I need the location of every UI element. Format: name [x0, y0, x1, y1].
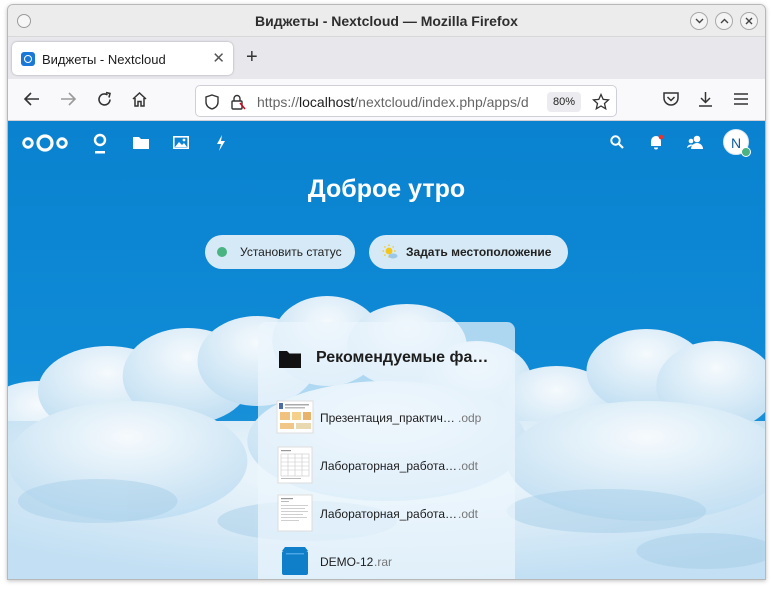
shield-icon[interactable] [205, 94, 219, 110]
navigation-bar: https://localhost/nextcloud/index.php/ap… [8, 79, 765, 121]
status-online-icon [217, 247, 227, 257]
nextcloud-dashboard: N Доброе утро Установить статус Задать м… [8, 121, 765, 579]
file-extension: .rar [374, 555, 392, 569]
title-bar: Виджеты - Nextcloud — Mozilla Firefox [8, 5, 765, 37]
set-location-label: Задать местоположение [406, 245, 552, 259]
dashboard-app-icon[interactable] [93, 133, 107, 155]
chevron-up-icon [720, 18, 728, 24]
folder-icon [279, 351, 301, 368]
minimize-button[interactable] [690, 12, 708, 30]
contacts-icon[interactable] [687, 134, 705, 150]
close-icon [745, 17, 753, 25]
weather-sun-icon [382, 244, 398, 259]
menu-icon[interactable] [734, 93, 748, 105]
insecure-lock-icon[interactable] [230, 94, 246, 110]
zoom-indicator[interactable]: 80% [547, 92, 581, 112]
browser-window: Виджеты - Nextcloud — Mozilla Firefox Ви… [7, 4, 766, 580]
nextcloud-logo-icon[interactable] [21, 132, 69, 154]
window-title: Виджеты - Nextcloud — Mozilla Firefox [255, 13, 518, 29]
file-extension: .odt [458, 459, 479, 473]
file-name: Презентация_практическая [320, 411, 458, 425]
url-text[interactable]: https://localhost/nextcloud/index.php/ap… [257, 94, 537, 110]
file-name: Лабораторная_работа_1 [320, 459, 458, 473]
document-thumbnail-icon [277, 494, 313, 532]
reload-icon[interactable] [96, 91, 113, 108]
file-name: Лабораторная_работа_2 [320, 507, 458, 521]
tab-title: Виджеты - Nextcloud [42, 52, 166, 67]
list-item[interactable]: Презентация_практическая .odp [276, 398, 506, 438]
new-tab-button[interactable]: + [246, 46, 258, 69]
nextcloud-favicon-icon [21, 52, 35, 66]
presentation-thumbnail-icon [276, 400, 314, 434]
search-icon[interactable] [610, 135, 624, 149]
home-icon[interactable] [131, 91, 148, 108]
list-item[interactable]: Лабораторная_работа_1 .odt [276, 446, 506, 486]
close-window-button[interactable] [740, 12, 758, 30]
recommended-files-widget: Рекомендуемые файлы Презентация_практиче… [258, 322, 515, 579]
file-name: DEMO-12 [320, 555, 374, 569]
files-app-icon[interactable] [133, 136, 149, 149]
tab-close-icon[interactable]: ✕ [212, 49, 225, 67]
download-icon[interactable] [697, 91, 714, 108]
forward-icon[interactable] [59, 91, 77, 107]
file-extension: .odt [458, 507, 479, 521]
tab-bar: Виджеты - Nextcloud ✕ + [8, 37, 765, 79]
document-thumbnail-icon [277, 446, 313, 484]
url-bar[interactable]: https://localhost/nextcloud/index.php/ap… [195, 85, 617, 117]
back-icon[interactable] [23, 91, 41, 107]
list-item[interactable]: Лабораторная_работа_2 .odt [276, 494, 506, 534]
archive-icon [282, 547, 308, 575]
nextcloud-header: N [8, 121, 765, 161]
file-extension: .odp [458, 411, 482, 425]
greeting-heading: Доброе утро [307, 175, 466, 203]
maximize-button[interactable] [715, 12, 733, 30]
set-location-button[interactable]: Задать местоположение [369, 235, 568, 269]
notifications-icon[interactable] [648, 134, 664, 150]
photos-app-icon[interactable] [173, 136, 189, 149]
url-host: localhost [299, 94, 355, 110]
chevron-down-icon [695, 18, 703, 24]
bookmark-star-icon[interactable] [592, 93, 610, 111]
activity-app-icon[interactable] [216, 135, 226, 151]
pocket-icon[interactable] [662, 91, 680, 108]
online-status-indicator [741, 147, 751, 157]
tab-widgets[interactable]: Виджеты - Nextcloud ✕ [12, 42, 233, 75]
list-item[interactable]: DEMO-12 .rar [276, 542, 506, 579]
user-avatar[interactable]: N [723, 129, 751, 157]
set-status-button[interactable]: Установить статус [205, 235, 355, 269]
url-scheme: https:// [257, 94, 300, 110]
url-path: /nextcloud/index.php/apps/d [354, 94, 529, 110]
widget-title[interactable]: Рекомендуемые файлы [316, 349, 498, 367]
set-status-label: Установить статус [240, 245, 342, 259]
